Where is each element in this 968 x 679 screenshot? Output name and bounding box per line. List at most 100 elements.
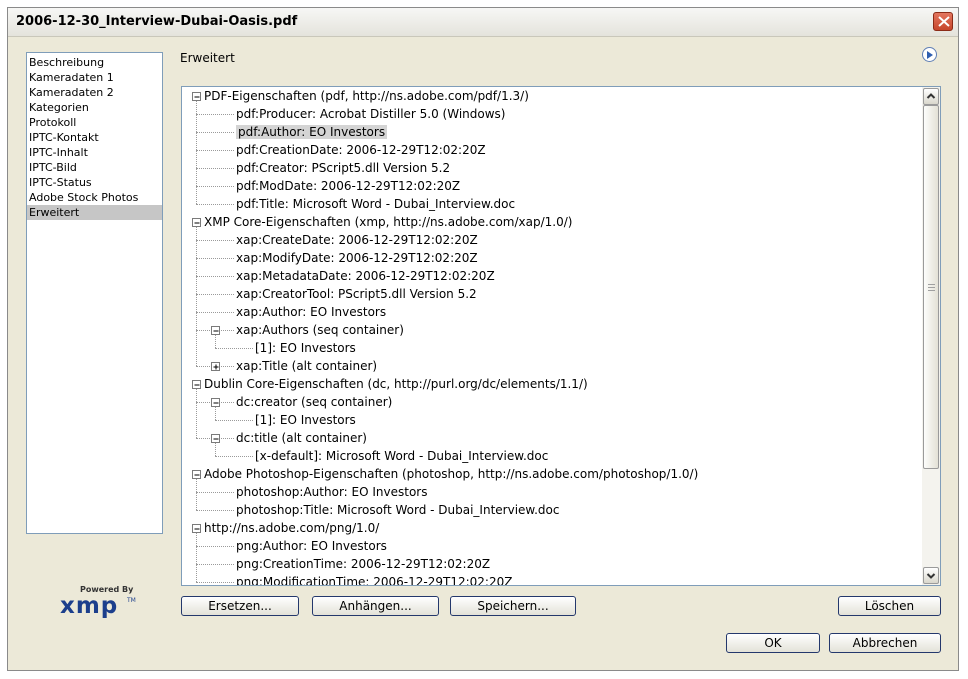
tree-row-label: photoshop:Author: EO Investors xyxy=(236,485,428,499)
tree-property-row[interactable]: png:ModificationTime: 2006-12-29T12:02:2… xyxy=(236,573,513,586)
tree-row-label: PDF-Eigenschaften (pdf, http://ns.adobe.… xyxy=(204,89,529,103)
cancel-button[interactable]: Abbrechen xyxy=(829,633,941,653)
xmp-brand: xmp xyxy=(60,593,119,619)
tree-property-row[interactable]: dc:creator (seq container) xyxy=(236,393,392,411)
tree-row-label: Adobe Photoshop-Eigenschaften (photoshop… xyxy=(204,467,699,481)
tree-row-label: [1]: EO Investors xyxy=(255,341,356,355)
tree-guide-line xyxy=(196,168,234,169)
scroll-up-button[interactable] xyxy=(923,88,939,105)
tree-group-row[interactable]: PDF-Eigenschaften (pdf, http://ns.adobe.… xyxy=(204,87,529,105)
panel-menu-button[interactable] xyxy=(922,47,937,62)
tree-property-row[interactable]: pdf:Creator: PScript5.dll Version 5.2 xyxy=(236,159,450,177)
tree-row-label: XMP Core-Eigenschaften (xmp, http://ns.a… xyxy=(204,215,573,229)
tree-guide-line xyxy=(215,420,253,421)
tree-property-row[interactable]: xap:ModifyDate: 2006-12-29T12:02:20Z xyxy=(236,249,478,267)
sidebar-item-erweitert[interactable]: Erweitert xyxy=(27,205,162,220)
tree-guide-line xyxy=(196,114,234,115)
chevron-down-icon xyxy=(926,573,936,579)
tree-property-row[interactable]: [1]: EO Investors xyxy=(255,339,356,357)
close-icon xyxy=(938,16,950,27)
tree-guide-line xyxy=(215,348,253,349)
delete-button[interactable]: Löschen xyxy=(838,596,941,616)
sidebar-item-kameradaten-2[interactable]: Kameradaten 2 xyxy=(27,85,162,100)
tree-row-label: http://ns.adobe.com/png/1.0/ xyxy=(204,521,380,535)
tree-guide-line xyxy=(196,276,234,277)
tree-row-label: png:Author: EO Investors xyxy=(236,539,387,553)
tree-property-row[interactable]: xap:CreateDate: 2006-12-29T12:02:20Z xyxy=(236,231,478,249)
tree-guide-line xyxy=(215,407,216,420)
panel-title: Erweitert xyxy=(180,51,235,65)
tree-property-row[interactable]: xap:Author: EO Investors xyxy=(236,303,386,321)
tree-row-label: pdf:CreationDate: 2006-12-29T12:02:20Z xyxy=(236,143,486,157)
tree-row-label: xap:Author: EO Investors xyxy=(236,305,387,319)
tree-property-row[interactable]: pdf:Author: EO Investors xyxy=(236,123,388,141)
title-bar: 2006-12-30_Interview-Dubai-Oasis.pdf xyxy=(8,8,958,37)
tree-group-row[interactable]: Adobe Photoshop-Eigenschaften (photoshop… xyxy=(204,465,698,483)
sidebar-item-iptc-kontakt[interactable]: IPTC-Kontakt xyxy=(27,130,162,145)
close-button[interactable] xyxy=(933,12,953,31)
sidebar-item-beschreibung[interactable]: Beschreibung xyxy=(27,55,162,70)
collapse-minus-icon[interactable] xyxy=(211,326,220,335)
tree-group-row[interactable]: http://ns.adobe.com/png/1.0/ xyxy=(204,519,379,537)
tree-row-label: xap:Title (alt container) xyxy=(236,359,378,373)
sidebar-item-iptc-bild[interactable]: IPTC-Bild xyxy=(27,160,162,175)
tree-property-row[interactable]: pdf:Title: Microsoft Word - Dubai_Interv… xyxy=(236,195,515,213)
play-arrow-icon xyxy=(927,51,933,59)
tree-row-label: png:ModificationTime: 2006-12-29T12:02:2… xyxy=(236,575,513,586)
tree-property-row[interactable]: xap:Title (alt container) xyxy=(236,357,377,375)
sidebar-item-kameradaten-1[interactable]: Kameradaten 1 xyxy=(27,70,162,85)
tree-property-row[interactable]: png:Author: EO Investors xyxy=(236,537,387,555)
sidebar-item-adobe-stock-photos[interactable]: Adobe Stock Photos xyxy=(27,190,162,205)
tree-property-row[interactable]: xap:CreatorTool: PScript5.dll Version 5.… xyxy=(236,285,477,303)
tree-property-row[interactable]: [x-default]: Microsoft Word - Dubai_Inte… xyxy=(255,447,548,465)
trademark-mark: TM xyxy=(127,597,136,604)
expand-plus-icon[interactable] xyxy=(211,362,220,371)
replace-button[interactable]: Ersetzen... xyxy=(181,596,299,616)
save-button[interactable]: Speichern... xyxy=(450,596,576,616)
sidebar-item-iptc-status[interactable]: IPTC-Status xyxy=(27,175,162,190)
tree-property-row[interactable]: xap:Authors (seq container) xyxy=(236,321,404,339)
tree-property-row[interactable]: [1]: EO Investors xyxy=(255,411,356,429)
tree-property-row[interactable]: dc:title (alt container) xyxy=(236,429,367,447)
metadata-tree[interactable]: PDF-Eigenschaften (pdf, http://ns.adobe.… xyxy=(181,86,941,586)
tree-property-row[interactable]: xap:MetadataDate: 2006-12-29T12:02:20Z xyxy=(236,267,495,285)
tree-property-row[interactable]: photoshop:Title: Microsoft Word - Dubai_… xyxy=(236,501,560,519)
collapse-minus-icon[interactable] xyxy=(211,434,220,443)
tree-scrollbar[interactable] xyxy=(922,87,940,585)
window-title: 2006-12-30_Interview-Dubai-Oasis.pdf xyxy=(16,14,298,29)
collapse-minus-icon[interactable] xyxy=(211,398,220,407)
sidebar-item-kategorien[interactable]: Kategorien xyxy=(27,100,162,115)
tree-row-label: xap:MetadataDate: 2006-12-29T12:02:20Z xyxy=(236,269,495,283)
tree-guide-line xyxy=(215,456,253,457)
tree-row-label: pdf:Title: Microsoft Word - Dubai_Interv… xyxy=(236,197,516,211)
sidebar-item-protokoll[interactable]: Protokoll xyxy=(27,115,162,130)
tree-group-row[interactable]: XMP Core-Eigenschaften (xmp, http://ns.a… xyxy=(204,213,572,231)
collapse-minus-icon[interactable] xyxy=(192,218,201,227)
tree-guide-line xyxy=(215,443,216,456)
tree-guide-line xyxy=(196,101,197,204)
tree-property-row[interactable]: pdf:CreationDate: 2006-12-29T12:02:20Z xyxy=(236,141,486,159)
tree-property-row[interactable]: pdf:Producer: Acrobat Distiller 5.0 (Win… xyxy=(236,105,505,123)
sidebar-item-iptc-inhalt[interactable]: IPTC-Inhalt xyxy=(27,145,162,160)
tree-row-label: pdf:Producer: Acrobat Distiller 5.0 (Win… xyxy=(236,107,506,121)
tree-property-row[interactable]: photoshop:Author: EO Investors xyxy=(236,483,427,501)
append-button[interactable]: Anhängen... xyxy=(312,596,439,616)
tree-group-row[interactable]: Dublin Core-Eigenschaften (dc, http://pu… xyxy=(204,375,588,393)
tree-guide-line xyxy=(196,294,234,295)
xmp-logo: Powered By xmp TM xyxy=(56,583,136,623)
tree-property-row[interactable]: png:CreationTime: 2006-12-29T12:02:20Z xyxy=(236,555,490,573)
ok-button[interactable]: OK xyxy=(726,633,820,653)
scroll-down-button[interactable] xyxy=(923,567,939,584)
scroll-thumb[interactable] xyxy=(923,105,939,469)
collapse-minus-icon[interactable] xyxy=(192,524,201,533)
collapse-minus-icon[interactable] xyxy=(192,380,201,389)
tree-guide-line xyxy=(196,479,197,510)
tree-guide-line xyxy=(215,335,216,348)
collapse-minus-icon[interactable] xyxy=(192,470,201,479)
collapse-minus-icon[interactable] xyxy=(192,92,201,101)
tree-guide-line xyxy=(196,492,234,493)
tree-guide-line xyxy=(196,533,197,582)
thumb-grip-line xyxy=(928,287,935,288)
tree-property-row[interactable]: pdf:ModDate: 2006-12-29T12:02:20Z xyxy=(236,177,460,195)
tree-row-label: xap:ModifyDate: 2006-12-29T12:02:20Z xyxy=(236,251,478,265)
